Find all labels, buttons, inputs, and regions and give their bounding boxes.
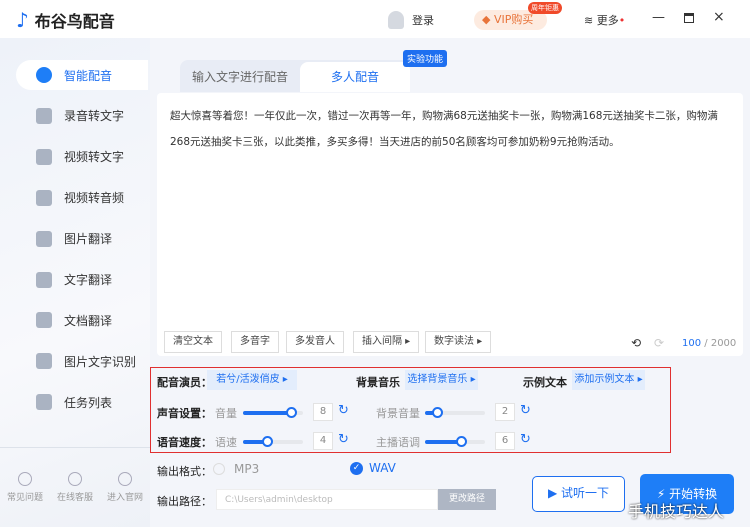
vip-badge: 周年钜惠 bbox=[528, 2, 562, 14]
mp3-label: MP3 bbox=[234, 462, 260, 476]
sound-label: 声音设置： bbox=[157, 407, 212, 420]
speed-slider-handle[interactable] bbox=[262, 436, 273, 447]
globe-icon bbox=[118, 472, 132, 486]
maximize-button[interactable] bbox=[684, 13, 694, 23]
pitch-value[interactable]: 6 bbox=[495, 432, 515, 450]
number-reading-button[interactable]: 数字读法 ▸ bbox=[425, 331, 492, 353]
minimize-button[interactable]: — bbox=[652, 10, 665, 25]
sidebar-item-icon bbox=[36, 271, 52, 288]
bgm-select[interactable]: 选择背景音乐 ▸ bbox=[405, 370, 478, 390]
bg_volume-label: 背景音量 bbox=[376, 407, 420, 420]
change-path-button[interactable]: 更改路径 bbox=[438, 489, 496, 510]
pitch-label: 主播语调 bbox=[376, 436, 420, 449]
support-link[interactable]: 在线客服 bbox=[50, 472, 100, 503]
bg_volume-slider-handle[interactable] bbox=[432, 407, 443, 418]
sample-select[interactable]: 添加示例文本 ▸ bbox=[572, 370, 645, 390]
tab-multi-dubbing[interactable]: 多人配音 bbox=[300, 62, 410, 92]
pitch-slider[interactable] bbox=[425, 436, 485, 447]
layers-icon: ≋ bbox=[584, 14, 594, 27]
output-path-input[interactable]: C:\Users\admin\desktop bbox=[216, 489, 438, 510]
more-button[interactable]: ≋ 更多• bbox=[584, 12, 625, 28]
insert-pause-button[interactable]: 插入间隔 ▸ bbox=[353, 331, 420, 353]
undo-icon[interactable]: ⟲ bbox=[631, 336, 641, 350]
char-counter: 100 / 2000 bbox=[682, 338, 737, 349]
wav-radio-checked[interactable]: ✓ bbox=[350, 462, 363, 475]
sidebar-item-8[interactable]: 任务列表 bbox=[16, 387, 148, 417]
user-icon bbox=[388, 11, 404, 29]
reset-icon[interactable]: ↻ bbox=[520, 432, 531, 447]
tab-text-dubbing[interactable]: 输入文字进行配音 bbox=[180, 62, 300, 92]
sidebar-item-4[interactable]: 图片翻译 bbox=[16, 224, 148, 254]
watermark: 手机技巧达人 bbox=[628, 502, 725, 521]
divider bbox=[0, 447, 150, 448]
bgm-label: 背景音乐 bbox=[356, 376, 400, 389]
sidebar-item-icon bbox=[36, 148, 52, 165]
volume-slider-handle[interactable] bbox=[286, 407, 297, 418]
sidebar-item-0[interactable]: 智能配音 bbox=[16, 60, 148, 90]
close-button[interactable]: × bbox=[713, 9, 725, 25]
format-label: 输出格式： bbox=[157, 465, 212, 478]
reset-icon[interactable]: ↻ bbox=[338, 432, 349, 447]
polyphone-button[interactable]: 多音字 bbox=[231, 331, 279, 353]
sidebar-item-icon bbox=[36, 67, 52, 83]
mp3-radio[interactable] bbox=[213, 463, 225, 475]
app-logo: ♪ 布谷鸟配音 bbox=[16, 8, 115, 32]
pitch-slider-handle[interactable] bbox=[456, 436, 467, 447]
sidebar-item-icon bbox=[36, 189, 52, 206]
speed-label: 语速 bbox=[215, 436, 237, 449]
actor-select[interactable]: 若兮/活泼俏皮 ▸ bbox=[207, 370, 297, 390]
sidebar-item-icon bbox=[36, 312, 52, 329]
sidebar-item-icon bbox=[36, 394, 52, 411]
sidebar-item-icon bbox=[36, 230, 52, 247]
actor-label: 配音演员： bbox=[157, 376, 212, 389]
path-label: 输出路径： bbox=[157, 495, 212, 508]
login-button[interactable]: 登录 bbox=[388, 11, 434, 29]
sidebar-item-icon bbox=[36, 107, 52, 124]
clear-text-button[interactable]: 清空文本 bbox=[164, 331, 222, 353]
sidebar-item-icon bbox=[36, 353, 52, 370]
text-content[interactable]: 超大惊喜等着您！一年仅此一次，错过一次再等一年，购物满68元送抽奖卡一张，购物满… bbox=[170, 103, 735, 155]
speed-label: 语音速度： bbox=[157, 436, 212, 449]
experimental-badge: 实验功能 bbox=[403, 50, 448, 67]
wav-label: WAV bbox=[369, 461, 396, 475]
sidebar-item-6[interactable]: 文档翻译 bbox=[16, 305, 148, 335]
sidebar-item-7[interactable]: 图片文字识别 bbox=[16, 346, 148, 376]
speed-value[interactable]: 4 bbox=[313, 432, 333, 450]
chat-icon bbox=[68, 472, 82, 486]
bg_volume-value[interactable]: 2 bbox=[495, 403, 515, 421]
question-icon bbox=[18, 472, 32, 486]
preview-button[interactable]: ▶ 试听一下 bbox=[532, 476, 625, 512]
reset-icon[interactable]: ↻ bbox=[520, 403, 531, 418]
sidebar-item-1[interactable]: 录音转文字 bbox=[16, 101, 148, 131]
reset-icon[interactable]: ↻ bbox=[338, 403, 349, 418]
faq-link[interactable]: 常见问题 bbox=[0, 472, 50, 503]
website-link[interactable]: 进入官网 bbox=[100, 472, 150, 503]
volume-label: 音量 bbox=[215, 407, 237, 420]
speed-slider[interactable] bbox=[243, 436, 303, 447]
sidebar-item-5[interactable]: 文字翻译 bbox=[16, 265, 148, 295]
sidebar-item-2[interactable]: 视频转文字 bbox=[16, 142, 148, 172]
volume-slider[interactable] bbox=[243, 407, 303, 418]
redo-icon[interactable]: ⟳ bbox=[654, 336, 664, 350]
sample-label: 示例文本 bbox=[523, 376, 567, 389]
diamond-icon: ◆ bbox=[482, 13, 491, 26]
multi-speaker-button[interactable]: 多发音人 bbox=[286, 331, 344, 353]
volume-value[interactable]: 8 bbox=[313, 403, 333, 421]
play-icon: ▶ bbox=[547, 486, 558, 500]
bird-icon: ♪ bbox=[16, 8, 29, 32]
bg_volume-slider[interactable] bbox=[425, 407, 485, 418]
sidebar-item-3[interactable]: 视频转音频 bbox=[16, 183, 148, 213]
